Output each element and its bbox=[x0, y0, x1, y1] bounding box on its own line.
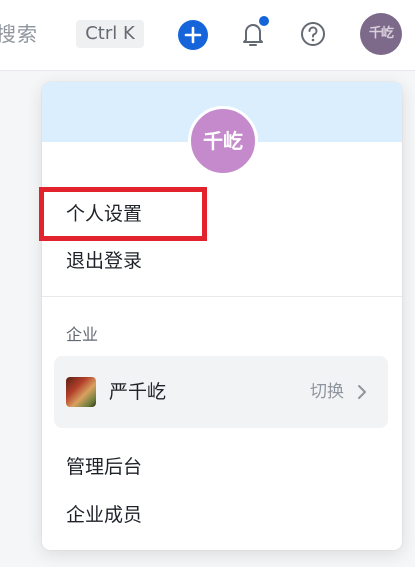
org-members-item[interactable]: 企业成员 bbox=[66, 502, 142, 528]
account-dropdown: 千屹 个人设置 退出登录 企业 严千屹 切换 管理后台 企业成员 bbox=[42, 82, 402, 550]
org-switch-row[interactable]: 严千屹 切换 bbox=[54, 356, 388, 428]
add-button[interactable] bbox=[178, 20, 208, 50]
search-shortcut-badge: Ctrl K bbox=[76, 20, 144, 48]
org-logo bbox=[66, 377, 96, 407]
logout-item[interactable]: 退出登录 bbox=[66, 248, 142, 274]
section-label-enterprise: 企业 bbox=[66, 325, 99, 344]
divider bbox=[42, 296, 402, 297]
org-name: 严千屹 bbox=[109, 381, 167, 403]
user-avatar[interactable]: 千屹 bbox=[360, 13, 402, 55]
search-trigger[interactable]: 搜索 bbox=[0, 20, 38, 48]
chevron-right-icon bbox=[358, 385, 366, 399]
profile-avatar[interactable]: 千屹 bbox=[188, 106, 258, 176]
highlight-box bbox=[39, 187, 207, 241]
switch-org-label: 切换 bbox=[310, 382, 344, 402]
top-bar: 搜索 Ctrl K 千屹 bbox=[0, 0, 415, 71]
admin-console-item[interactable]: 管理后台 bbox=[66, 454, 142, 480]
plus-icon bbox=[184, 26, 202, 44]
help-button[interactable] bbox=[298, 19, 328, 49]
notification-dot bbox=[257, 14, 271, 28]
question-circle-icon bbox=[301, 22, 325, 46]
